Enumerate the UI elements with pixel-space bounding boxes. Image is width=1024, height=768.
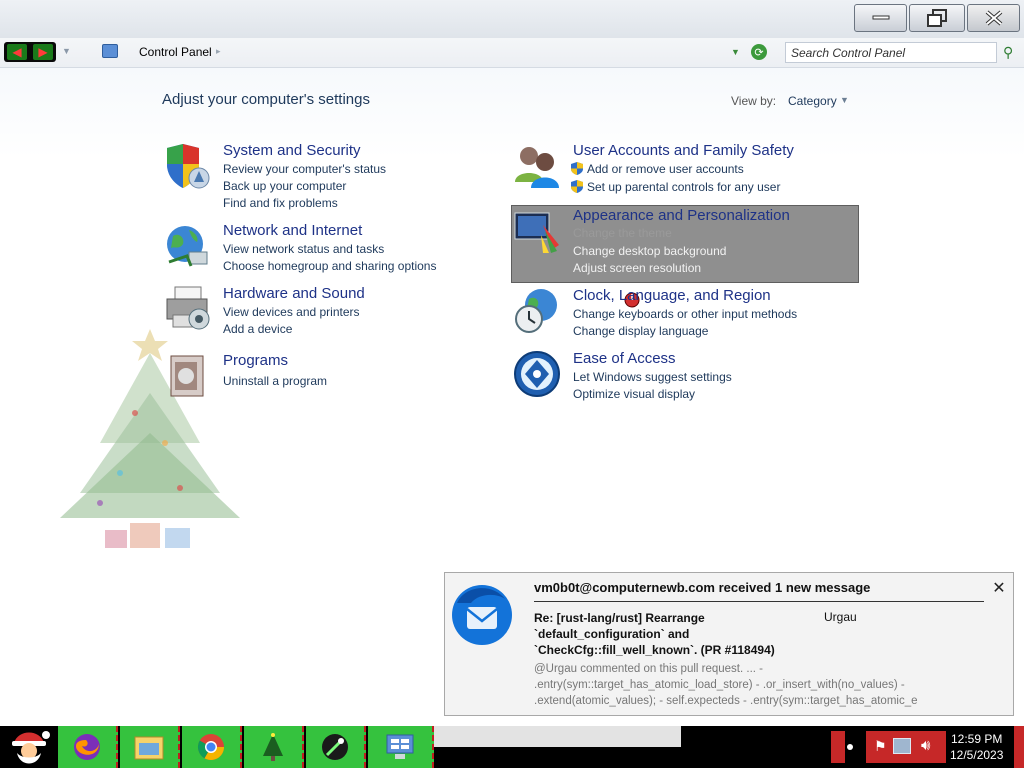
chevron-down-icon[interactable]: ▼: [840, 95, 849, 105]
link-keyboards[interactable]: Change keyboards or other input methods: [573, 307, 797, 321]
view-by-dropdown[interactable]: Category: [788, 94, 837, 108]
action-center-flag-icon[interactable]: ⚑: [874, 738, 887, 755]
category-title[interactable]: Hardware and Sound: [223, 285, 365, 302]
comet-icon: [322, 734, 348, 760]
thunderbird-icon: [452, 585, 512, 645]
search-icon[interactable]: ⚲: [1003, 44, 1013, 61]
taskbar-comet-app[interactable]: [306, 726, 366, 768]
close-icon[interactable]: ✕: [991, 578, 1007, 598]
category-title[interactable]: Clock, Language, and Region: [573, 287, 771, 304]
control-panel-icon: [386, 734, 414, 759]
link-parental-controls[interactable]: Set up parental controls for any user: [571, 180, 780, 194]
link-review-status[interactable]: Review your computer's status: [223, 162, 386, 176]
control-panel-icon: [102, 44, 118, 58]
link-uninstall[interactable]: Uninstall a program: [223, 374, 327, 388]
taskbar-firefox[interactable]: [58, 726, 118, 768]
page-title: Adjust your computer's settings: [162, 91, 370, 108]
network-icon[interactable]: [893, 738, 911, 754]
category-title[interactable]: Ease of Access: [573, 350, 676, 367]
refresh-icon[interactable]: ⟳: [751, 44, 767, 60]
notification-body: @Urgau commented on this pull request. .…: [534, 663, 918, 707]
address-bar: ◀ ▶ ▼ Control Panel ▸ ▼ ⟳ Search Control…: [0, 38, 1024, 68]
taskbar-file-explorer[interactable]: [120, 726, 180, 768]
taskbar-chrome[interactable]: [182, 726, 242, 768]
link-backup[interactable]: Back up your computer: [223, 179, 346, 193]
globe-network-icon: [167, 226, 208, 267]
link-add-remove-users[interactable]: Add or remove user accounts: [571, 162, 744, 176]
firefox-icon: [74, 734, 100, 760]
taskbar: ⚑ 🔊︎ 12:59 PM 12/5/2023: [0, 726, 1024, 768]
start-button-santa-icon[interactable]: [2, 727, 56, 767]
christmas-tree-icon: [263, 733, 283, 761]
chrome-icon: [197, 734, 225, 761]
link-add-device[interactable]: Add a device: [223, 322, 292, 336]
link-network-status[interactable]: View network status and tasks: [223, 242, 384, 256]
minimize-icon: [872, 15, 889, 20]
view-by-label: View by:: [731, 94, 777, 108]
category-title[interactable]: System and Security: [223, 142, 361, 159]
address-dropdown-icon[interactable]: ▼: [731, 47, 740, 57]
notification-subject: Re: [rust-lang/rust] Rearrange `default_…: [534, 611, 775, 657]
link-desktop-background[interactable]: Change desktop background: [573, 244, 726, 258]
restore-button[interactable]: [909, 4, 965, 32]
monitor-paint-icon: [514, 212, 559, 253]
divider: [534, 601, 984, 602]
recent-pages-dropdown-icon[interactable]: ▼: [62, 46, 71, 56]
notification-sender: vm0b0t@computernewb.com received 1 new m…: [534, 580, 871, 595]
category-title[interactable]: Appearance and Personalization: [573, 207, 790, 224]
minimize-button[interactable]: [854, 4, 907, 32]
breadcrumb[interactable]: Control Panel: [139, 45, 212, 59]
forward-arrow-icon[interactable]: ▶: [33, 44, 53, 60]
link-windows-suggest[interactable]: Let Windows suggest settings: [573, 370, 732, 384]
link-homegroup[interactable]: Choose homegroup and sharing options: [223, 259, 436, 273]
show-desktop-button[interactable]: [1014, 726, 1024, 768]
notification-author: Urgau: [824, 610, 857, 624]
category-title[interactable]: User Accounts and Family Safety: [573, 142, 794, 159]
back-arrow-icon[interactable]: ◀: [7, 44, 27, 60]
navigation-buttons: ◀ ▶: [4, 42, 56, 62]
category-title[interactable]: Network and Internet: [223, 222, 362, 239]
uac-shield-icon: [571, 180, 583, 193]
uac-shield-icon: [571, 162, 583, 175]
clock-date[interactable]: 12/5/2023: [950, 748, 1003, 762]
printer-icon: [166, 286, 210, 330]
tray-highlight: [831, 731, 845, 763]
tray-notification-dot: [847, 744, 853, 750]
window-titlebar: [0, 0, 1024, 38]
link-devices-printers[interactable]: View devices and printers: [223, 305, 360, 319]
clock-time[interactable]: 12:59 PM: [951, 732, 1002, 746]
volume-icon[interactable]: 🔊︎: [921, 737, 930, 754]
link-find-fix[interactable]: Find and fix problems: [223, 196, 338, 210]
taskbar-control-panel[interactable]: [368, 726, 434, 768]
link-change-theme[interactable]: Change the theme: [573, 226, 672, 240]
programs-icon: [170, 355, 204, 397]
breadcrumb-arrow-icon[interactable]: ▸: [216, 46, 221, 57]
mail-notification[interactable]: vm0b0t@computernewb.com received 1 new m…: [444, 572, 1014, 716]
link-screen-resolution[interactable]: Adjust screen resolution: [573, 261, 701, 275]
link-display-language[interactable]: Change display language: [573, 324, 708, 338]
ease-of-access-icon: [514, 351, 560, 397]
search-input[interactable]: Search Control Panel: [785, 42, 997, 63]
taskbar-christmas-tree[interactable]: [244, 726, 304, 768]
users-icon: [515, 147, 559, 188]
link-optimize-visual[interactable]: Optimize visual display: [573, 387, 695, 401]
link-label: Add or remove user accounts: [587, 162, 744, 176]
category-title[interactable]: Programs: [223, 352, 288, 369]
shield-icon: [167, 144, 210, 189]
close-icon: [985, 10, 1002, 26]
taskbar-empty-area: [434, 726, 681, 747]
close-button[interactable]: [967, 4, 1020, 32]
file-explorer-icon: [134, 736, 164, 760]
link-label: Set up parental controls for any user: [587, 180, 781, 194]
clock-globe-icon: [515, 289, 557, 333]
restore-icon: [927, 9, 947, 27]
